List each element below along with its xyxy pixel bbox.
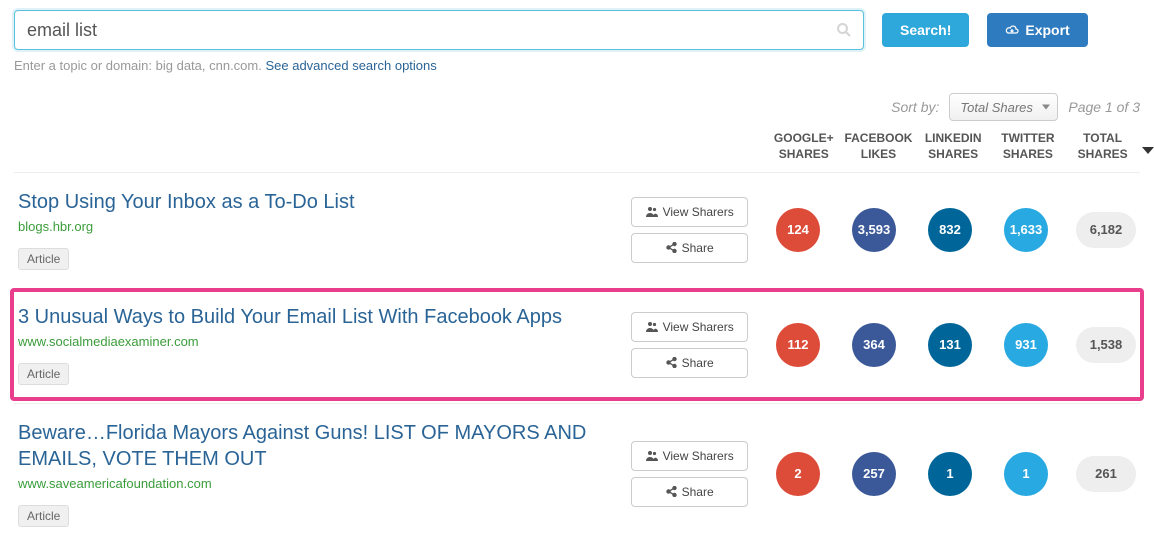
header-google[interactable]: GOOGLE+ SHARES [766, 131, 841, 162]
cloud-download-icon [1005, 24, 1019, 36]
total-shares: 6,182 [1076, 212, 1136, 248]
header-total[interactable]: TOTAL SHARES [1065, 131, 1140, 162]
result-domain[interactable]: www.saveamericafoundation.com [18, 476, 619, 491]
search-wrap [14, 10, 864, 50]
people-icon [646, 450, 658, 461]
result-domain[interactable]: blogs.hbr.org [18, 219, 619, 234]
header-facebook[interactable]: FACEBOOK LIKES [841, 131, 916, 162]
result-row: Beware…Florida Mayors Against Guns! LIST… [14, 403, 1140, 543]
linkedin-shares: 1 [928, 452, 972, 496]
hint-text: Enter a topic or domain: big data, cnn.c… [14, 58, 1140, 73]
people-icon [646, 206, 658, 217]
result-domain[interactable]: www.socialmediaexaminer.com [18, 334, 619, 349]
share-button[interactable]: Share [631, 348, 748, 378]
header-twitter[interactable]: TWITTER SHARES [991, 131, 1066, 162]
header-linkedin[interactable]: LINKEDIN SHARES [916, 131, 991, 162]
facebook-likes: 364 [852, 323, 896, 367]
search-icon [836, 22, 852, 38]
result-title[interactable]: Beware…Florida Mayors Against Guns! LIST… [18, 420, 619, 472]
twitter-shares: 1,633 [1004, 208, 1048, 252]
hint-prefix: Enter a topic or domain: big data, cnn.c… [14, 58, 265, 73]
total-shares: 1,538 [1076, 327, 1136, 363]
column-headers: GOOGLE+ SHARES FACEBOOK LIKES LINKEDIN S… [14, 131, 1140, 168]
google-shares: 124 [776, 208, 820, 252]
result-row: 3 Unusual Ways to Build Your Email List … [10, 288, 1144, 401]
facebook-likes: 3,593 [852, 208, 896, 252]
export-label: Export [1025, 22, 1069, 38]
result-row: Stop Using Your Inbox as a To-Do List blo… [14, 172, 1140, 286]
google-shares: 2 [776, 452, 820, 496]
page-info: Page 1 of 3 [1068, 99, 1140, 115]
view-sharers-button[interactable]: View Sharers [631, 197, 748, 227]
view-sharers-button[interactable]: View Sharers [631, 312, 748, 342]
share-button[interactable]: Share [631, 477, 748, 507]
view-sharers-button[interactable]: View Sharers [631, 441, 748, 471]
search-button[interactable]: Search! [882, 13, 969, 47]
people-icon [646, 321, 658, 332]
article-tag: Article [18, 363, 69, 385]
linkedin-shares: 131 [928, 323, 972, 367]
share-button[interactable]: Share [631, 233, 748, 263]
sort-desc-icon [1142, 147, 1154, 154]
share-icon [666, 242, 677, 253]
share-icon [666, 357, 677, 368]
result-title[interactable]: 3 Unusual Ways to Build Your Email List … [18, 304, 619, 330]
twitter-shares: 931 [1004, 323, 1048, 367]
search-input[interactable] [14, 10, 864, 50]
linkedin-shares: 832 [928, 208, 972, 252]
twitter-shares: 1 [1004, 452, 1048, 496]
article-tag: Article [18, 505, 69, 527]
result-title[interactable]: Stop Using Your Inbox as a To-Do List [18, 189, 619, 215]
sort-select[interactable]: Total Shares [949, 93, 1058, 121]
sort-label: Sort by: [891, 99, 939, 115]
google-shares: 112 [776, 323, 820, 367]
share-icon [666, 486, 677, 497]
total-shares: 261 [1076, 456, 1136, 492]
export-button[interactable]: Export [987, 13, 1087, 47]
article-tag: Article [18, 248, 69, 270]
advanced-search-link[interactable]: See advanced search options [265, 58, 436, 73]
facebook-likes: 257 [852, 452, 896, 496]
